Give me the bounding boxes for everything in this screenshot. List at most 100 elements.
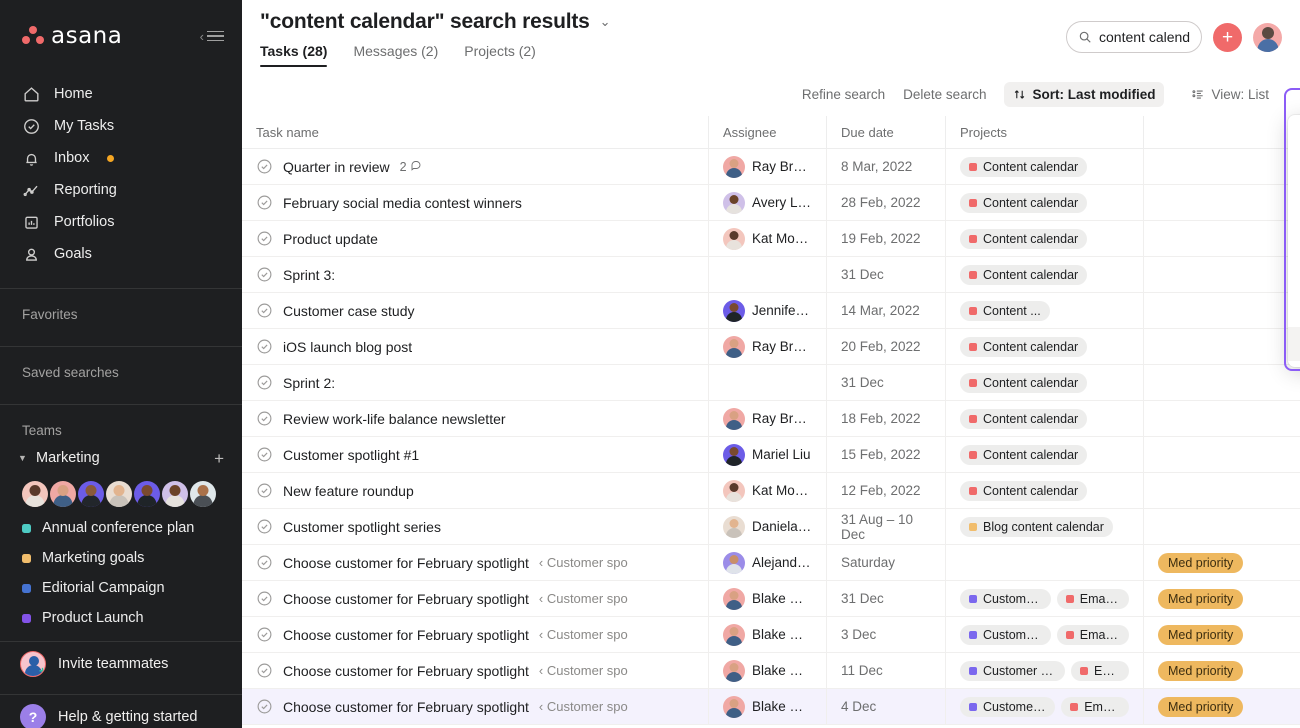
cell-projects[interactable] [945, 545, 1143, 580]
complete-task-icon[interactable] [256, 590, 273, 607]
avatar[interactable] [22, 481, 48, 507]
cell-due-date[interactable]: 12 Feb, 2022 [826, 473, 945, 508]
complete-task-icon[interactable] [256, 518, 273, 535]
priority-badge[interactable]: Med priority [1158, 660, 1244, 681]
cell-due-date[interactable]: 31 Aug – 10 Dec [826, 509, 945, 544]
help-button[interactable]: ? Help & getting started [0, 695, 242, 728]
priority-badge[interactable]: Med priority [1158, 552, 1244, 573]
cell-projects[interactable]: Customer Sto... Email Ca... [945, 617, 1143, 652]
task-name-label[interactable]: Quarter in review [283, 159, 390, 175]
complete-task-icon[interactable] [256, 626, 273, 643]
table-row[interactable]: Choose customer for February spotlight ‹ … [242, 653, 1300, 689]
sidebar-project-editorial-campaign[interactable]: Editorial Campaign [0, 573, 242, 603]
project-tag[interactable]: Content calendar [960, 336, 1088, 357]
project-tag[interactable]: Content calendar [960, 372, 1088, 393]
avatar[interactable] [78, 481, 104, 507]
team-marketing[interactable]: ▼ Marketing + [0, 444, 242, 472]
cell-projects[interactable]: Content ... [945, 293, 1143, 328]
cell-priority[interactable] [1143, 185, 1300, 220]
project-tag[interactable]: Email Ca... [1056, 624, 1129, 645]
priority-badge[interactable]: Med priority [1158, 588, 1244, 609]
complete-task-icon[interactable] [256, 554, 273, 571]
cell-due-date[interactable]: 19 Feb, 2022 [826, 221, 945, 256]
task-name-label[interactable]: Sprint 2: [283, 375, 335, 391]
cell-due-date[interactable]: 31 Dec [826, 365, 945, 400]
priority-badge[interactable]: Med priority [1158, 624, 1244, 645]
table-row[interactable]: Product update Kat Mooney 19 Feb, 2022 Cont… [242, 221, 1300, 257]
sidebar-project-marketing-goals[interactable]: Marketing goals [0, 543, 242, 573]
column-header-projects[interactable]: Projects [945, 115, 1143, 149]
cell-priority[interactable] [1143, 221, 1300, 256]
project-tag[interactable]: Email... [1070, 660, 1129, 681]
cell-priority[interactable]: Med priority [1143, 581, 1300, 616]
cell-due-date[interactable]: 31 Dec [826, 257, 945, 292]
table-row[interactable]: Quarter in review 2 Ray Brooks 8 Mar, 2022 C… [242, 149, 1300, 185]
sidebar-item-reporting[interactable]: Reporting [0, 174, 242, 206]
task-name-label[interactable]: Choose customer for February spotlight [283, 627, 529, 643]
complete-task-icon[interactable] [256, 266, 273, 283]
cell-due-date[interactable]: 20 Feb, 2022 [826, 329, 945, 364]
task-name-label[interactable]: Customer spotlight #1 [283, 447, 419, 463]
tab-tasks[interactable]: Tasks (28) [260, 43, 328, 67]
cell-assignee[interactable]: Kat Mooney [708, 221, 826, 256]
complete-task-icon[interactable] [256, 698, 273, 715]
cell-assignee[interactable]: Jennifer Lu [708, 293, 826, 328]
cell-assignee[interactable]: Mariel Liu [708, 437, 826, 472]
cell-assignee[interactable]: Kat Mooney [708, 473, 826, 508]
cell-priority[interactable]: Med priority [1143, 653, 1300, 688]
saved-searches-section-label[interactable]: Saved searches [0, 347, 242, 396]
cell-due-date[interactable]: 11 Dec [826, 653, 945, 688]
cell-projects[interactable]: Content calendar [945, 473, 1143, 508]
cell-priority[interactable] [1143, 293, 1300, 328]
cell-priority[interactable] [1143, 257, 1300, 292]
column-header-priority[interactable] [1143, 115, 1300, 149]
complete-task-icon[interactable] [256, 410, 273, 427]
table-row[interactable]: Customer spotlight #1 Mariel Liu 15 Feb, 2… [242, 437, 1300, 473]
task-name-label[interactable]: Customer spotlight series [283, 519, 441, 535]
cell-due-date[interactable]: 28 Feb, 2022 [826, 185, 945, 220]
search-input[interactable]: content calenda [1066, 21, 1202, 53]
complete-task-icon[interactable] [256, 230, 273, 247]
project-tag[interactable]: Content calendar [960, 480, 1088, 501]
parent-task-breadcrumb[interactable]: ‹ Customer spo [539, 555, 694, 570]
table-row[interactable]: Choose customer for February spotlight ‹ … [242, 545, 1300, 581]
sort-button[interactable]: Sort: Last modified [1004, 81, 1165, 107]
task-name-label[interactable]: Choose customer for February spotlight [283, 591, 529, 607]
avatar[interactable] [1253, 22, 1282, 52]
project-tag[interactable]: Content calendar [960, 408, 1088, 429]
sidebar-item-portfolios[interactable]: Portfolios [0, 206, 242, 238]
cell-projects[interactable]: Customer Stories... Email... [945, 653, 1143, 688]
favorites-section-label[interactable]: Favorites [0, 289, 242, 338]
cell-due-date[interactable]: 3 Dec [826, 617, 945, 652]
sidebar-item-my-tasks[interactable]: My Tasks [0, 110, 242, 142]
cell-projects[interactable]: Blog content calendar [945, 509, 1143, 544]
project-tag[interactable]: Blog content calendar [960, 516, 1113, 537]
task-name-label[interactable]: Product update [283, 231, 378, 247]
priority-badge[interactable]: Med priority [1158, 696, 1244, 717]
column-header-task-name[interactable]: Task name [242, 116, 708, 149]
quick-add-button[interactable]: + [1213, 22, 1242, 52]
project-tag[interactable]: Email Ca... [1056, 588, 1129, 609]
cell-priority[interactable]: Med priority [1143, 545, 1300, 580]
table-row[interactable]: Review work-life balance newsletter Ray B… [242, 401, 1300, 437]
project-tag[interactable]: Customer Sto... [960, 588, 1051, 609]
cell-priority[interactable] [1143, 473, 1300, 508]
project-tag[interactable]: Customer Stories... [960, 660, 1065, 681]
cell-due-date[interactable]: 31 Dec [826, 581, 945, 616]
cell-projects[interactable]: Customer Sto... Email Ca... [945, 581, 1143, 616]
sort-option-due-date[interactable]: Due date [1288, 191, 1300, 225]
project-tag[interactable]: Customer Jour... [960, 696, 1056, 717]
parent-task-breadcrumb[interactable]: ‹ Customer spo [539, 627, 694, 642]
complete-task-icon[interactable] [256, 158, 273, 175]
cell-assignee[interactable] [708, 257, 826, 292]
add-to-team-button[interactable]: + [214, 450, 224, 467]
project-tag[interactable]: Content calendar [960, 444, 1088, 465]
view-button[interactable]: View: List [1182, 82, 1278, 107]
avatar[interactable] [50, 481, 76, 507]
cell-assignee[interactable]: Ray Brooks [708, 329, 826, 364]
task-name-label[interactable]: Choose customer for February spotlight [283, 663, 529, 679]
cell-projects[interactable]: Content calendar [945, 257, 1143, 292]
asana-logo[interactable]: asana [22, 23, 122, 49]
cell-priority[interactable] [1143, 401, 1300, 436]
project-tag[interactable]: Content ... [960, 300, 1050, 321]
